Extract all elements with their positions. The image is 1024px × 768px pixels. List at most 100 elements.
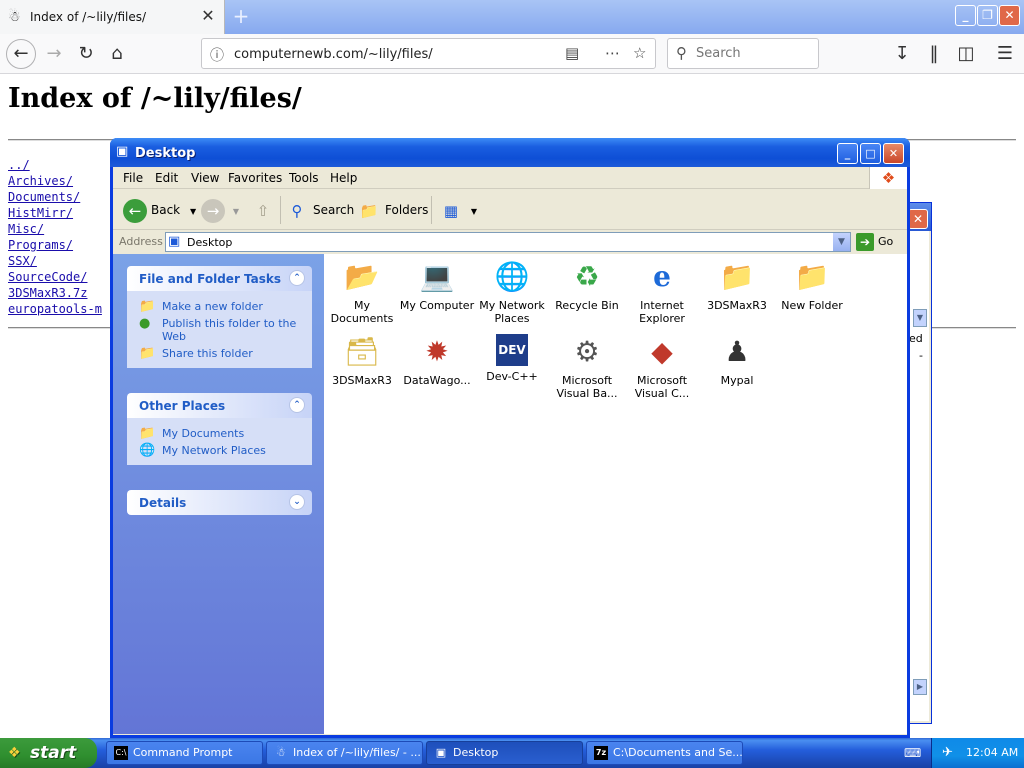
desktop-icon: ▣ [168, 234, 181, 249]
desktop-item[interactable]: e Internet Explorer [624, 259, 700, 325]
task-publish-folder[interactable]: ● Publish this folder to the Web [127, 315, 312, 345]
taskbar: ❖ start C:\ Command Prompt ☃ Index of /~… [0, 738, 1024, 768]
back-arrow-icon[interactable]: ← [6, 39, 36, 69]
close-tab-icon[interactable]: ✕ [199, 7, 217, 25]
scroll-right-icon[interactable]: ▶ [913, 679, 927, 695]
menu-bar: File Edit View Favorites Tools Help ❖ [113, 167, 907, 189]
desktop-item[interactable]: DEV Dev-C++ [474, 334, 550, 383]
back-button[interactable]: ← Back ▼ [123, 198, 196, 223]
listing-link[interactable]: europatools-m [8, 301, 102, 317]
place-my-documents[interactable]: 📁 My Documents [127, 425, 312, 442]
close-icon[interactable]: ✕ [883, 143, 904, 164]
go-button[interactable]: ➔ Go [856, 232, 893, 252]
search-button[interactable]: ⚲ Search [285, 198, 355, 222]
restore-icon[interactable]: ❐ [977, 5, 998, 26]
explorer-titlebar[interactable]: ▣ Desktop _ □ ✕ [110, 138, 910, 167]
desktop-item[interactable]: 📁 New Folder [774, 259, 850, 312]
forward-button[interactable]: → ▼ [201, 198, 239, 223]
chevron-down-icon[interactable]: ▼ [913, 309, 927, 327]
listing-link[interactable]: Programs/ [8, 237, 102, 253]
listing-link[interactable]: ../ [8, 157, 102, 173]
network-places-icon: 🌐 [494, 260, 530, 293]
reload-icon[interactable]: ↻ [72, 40, 100, 68]
item-label: 3DSMaxR3 [707, 299, 767, 312]
address-field[interactable]: ▣ Desktop ▼ [165, 232, 851, 252]
up-folder-button[interactable]: ⇧ [251, 198, 279, 222]
new-tab-icon[interactable]: + [230, 5, 252, 27]
menu-icon[interactable]: ☰ [991, 40, 1019, 68]
collapse-icon[interactable]: ⌃ [289, 397, 305, 413]
close-icon[interactable]: ✕ [908, 209, 928, 229]
taskbar-item-desktop[interactable]: ▣ Desktop [426, 741, 583, 765]
minimize-icon[interactable]: _ [955, 5, 976, 26]
home-icon[interactable]: ⌂ [103, 40, 131, 68]
listing-link[interactable]: SourceCode/ [8, 269, 102, 285]
forward-arrow-icon: → [201, 198, 225, 223]
start-button[interactable]: ❖ start [0, 738, 97, 768]
desktop-item[interactable]: 🌐 My Network Places [474, 259, 550, 325]
desktop-item[interactable]: ♟ Mypal [699, 334, 775, 387]
menu-favorites[interactable]: Favorites [228, 171, 282, 185]
listing-link[interactable]: SSX/ [8, 253, 102, 269]
views-button[interactable]: ▦ ▼ [439, 198, 477, 222]
forward-arrow-icon[interactable]: → [40, 40, 68, 68]
bookmark-star-icon[interactable]: ☆ [633, 44, 646, 62]
keyboard-icon[interactable]: ⌨ [904, 746, 921, 760]
chevron-down-icon[interactable]: ▼ [833, 233, 850, 251]
taskbar-item-command-prompt[interactable]: C:\ Command Prompt [106, 741, 263, 765]
collapse-icon[interactable]: ⌃ [289, 270, 305, 286]
menu-edit[interactable]: Edit [155, 171, 178, 185]
sidebar-icon[interactable]: ◫ [952, 40, 980, 68]
toolbar-separator [280, 196, 281, 224]
listing-link[interactable]: Archives/ [8, 173, 102, 189]
network-icon[interactable]: ✈ [942, 746, 953, 760]
minimize-icon[interactable]: _ [837, 143, 858, 164]
menu-file[interactable]: File [123, 171, 143, 185]
search-bar[interactable]: ⚲ [667, 38, 819, 69]
reader-view-icon[interactable]: ▤ [565, 44, 579, 62]
desktop-item[interactable]: 🗃 3DSMaxR3 [324, 334, 400, 387]
listing-link[interactable]: Misc/ [8, 221, 102, 237]
desktop-item[interactable]: 💻 My Computer [399, 259, 475, 312]
info-icon[interactable]: ⓘ [210, 45, 224, 65]
place-label: My Network Places [162, 444, 266, 457]
desktop-item[interactable]: ✹ DataWago... [399, 334, 475, 387]
downloads-icon[interactable]: ↧ [888, 40, 916, 68]
desktop-item[interactable]: 📂 My Documents [324, 259, 400, 325]
url-bar[interactable]: ⓘ computernewb.com/~lily/files/ ▤ ⋯ ☆ [201, 38, 656, 69]
panel-header[interactable]: Details ⌄ [127, 490, 312, 515]
menu-tools[interactable]: Tools [289, 171, 319, 185]
task-share-folder[interactable]: 📁 Share this folder [127, 345, 312, 362]
file-listing: ../ Archives/ Documents/ HistMirr/ Misc/… [8, 157, 102, 317]
folders-button[interactable]: 📁 Folders [357, 198, 429, 222]
library-icon[interactable]: ‖ [920, 40, 948, 68]
task-make-new-folder[interactable]: 📁 Make a new folder [127, 298, 312, 315]
menu-help[interactable]: Help [330, 171, 357, 185]
listing-link[interactable]: Documents/ [8, 189, 102, 205]
views-icon: ▦ [443, 201, 459, 220]
clock[interactable]: 12:04 AM [966, 738, 1018, 768]
item-label: Dev-C++ [486, 370, 538, 383]
desktop-item[interactable]: ⚙ Microsoft Visual Ba... [549, 334, 625, 400]
desktop-item[interactable]: ◆ Microsoft Visual C... [624, 334, 700, 400]
desktop-item[interactable]: ♻ Recycle Bin [549, 259, 625, 312]
taskbar-item-7zip[interactable]: 7z C:\Documents and Se... [586, 741, 743, 765]
maximize-icon[interactable]: □ [860, 143, 881, 164]
menu-view[interactable]: View [191, 171, 219, 185]
panel-header[interactable]: Other Places ⌃ [127, 393, 312, 418]
desktop-item[interactable]: 📁 3DSMaxR3 [699, 259, 775, 312]
chevron-down-icon[interactable]: ▼ [471, 207, 477, 216]
panel-header[interactable]: File and Folder Tasks ⌃ [127, 266, 312, 291]
browser-tab[interactable]: ☃ Index of /~lily/files/ ✕ [0, 0, 225, 34]
close-window-icon[interactable]: ✕ [999, 5, 1020, 26]
page-actions-icon[interactable]: ⋯ [605, 44, 620, 62]
listing-link[interactable]: HistMirr/ [8, 205, 102, 221]
place-my-network-places[interactable]: 🌐 My Network Places [127, 442, 312, 459]
taskbar-item-browser[interactable]: ☃ Index of /~lily/files/ - ... [266, 741, 423, 765]
expand-icon[interactable]: ⌄ [289, 494, 305, 510]
chevron-down-icon[interactable]: ▼ [233, 207, 239, 216]
search-input[interactable] [696, 46, 811, 61]
chevron-down-icon[interactable]: ▼ [190, 207, 196, 216]
windows-logo-icon: ❖ [869, 167, 907, 189]
listing-link[interactable]: 3DSMaxR3.7z [8, 285, 102, 301]
